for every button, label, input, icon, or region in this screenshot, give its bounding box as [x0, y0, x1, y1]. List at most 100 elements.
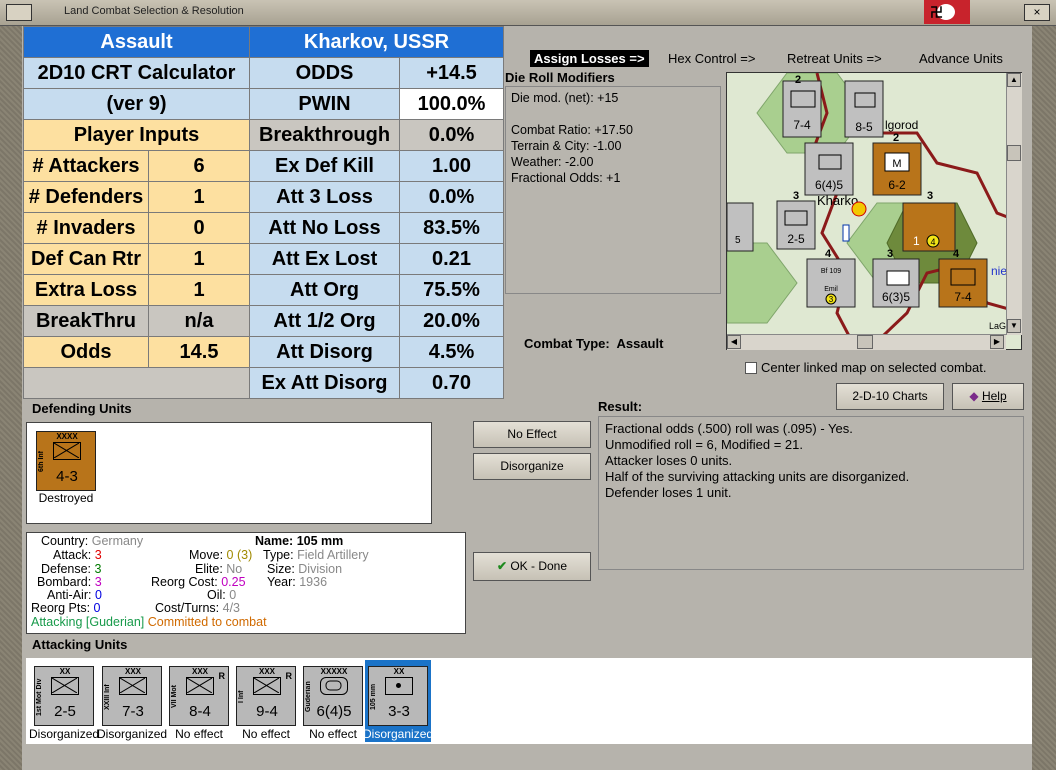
map-counter[interactable]: 7-4 — [938, 258, 988, 308]
oil-label: Oil: — [207, 588, 226, 602]
window-menu-icon[interactable] — [6, 4, 32, 21]
modifier-line — [511, 106, 715, 122]
window-title: Land Combat Selection & Resolution — [64, 5, 244, 17]
attacking-unit-counter[interactable]: XX 105 mm 3-3 — [368, 666, 428, 726]
checkbox-icon[interactable] — [745, 362, 757, 374]
tab-advance-units[interactable]: Advance Units — [919, 50, 1003, 67]
input-value: 1 — [148, 181, 250, 213]
unit-strength: 8-4 — [189, 703, 211, 720]
map-counter[interactable]: M 6-2 — [872, 142, 922, 196]
unit-strength: 3-3 — [388, 703, 410, 720]
calc-title: 2D10 CRT Calculator — [23, 57, 250, 89]
artillery-symbol-icon — [385, 677, 413, 695]
map-label: lgorod — [885, 118, 918, 132]
attacking-unit-counter[interactable]: XXX R VII Mot 8-4 — [169, 666, 229, 726]
attacking-unit-counter[interactable]: XXX R I Inf 9-4 — [236, 666, 296, 726]
scroll-up-icon[interactable]: ▲ — [1007, 73, 1021, 87]
antiair-label: Anti-Air: — [47, 588, 92, 602]
unit-status: No effect — [242, 727, 290, 741]
input-value: 6 — [148, 150, 250, 182]
map-counter-extra: 3 — [829, 295, 834, 304]
map-counter-strength: Emil — [824, 286, 838, 293]
charts-button[interactable]: 2-D-10 Charts — [836, 383, 944, 410]
ok-done-button[interactable]: ✔ OK - Done — [473, 552, 591, 581]
title-bar[interactable]: Land Combat Selection & Resolution 卍 × — [0, 0, 1056, 26]
attacking-unit-counter[interactable]: XXXXX Guderian 6(4)5 — [303, 666, 363, 726]
map-vertical-scrollbar[interactable]: ▲ ▼ — [1006, 73, 1022, 335]
result-line: Fractional odds (.500) roll was (.095) -… — [605, 421, 853, 436]
center-map-checkbox[interactable]: Center linked map on selected combat. — [745, 360, 986, 375]
no-effect-button[interactable]: No Effect — [473, 421, 591, 448]
hex-number: 3 — [927, 190, 933, 202]
result-label: Ex Att Disorg — [249, 367, 400, 399]
scroll-down-icon[interactable]: ▼ — [1007, 319, 1021, 333]
modifier-line: Weather: -2.00 — [511, 155, 594, 169]
result-label: ODDS — [249, 57, 400, 89]
tab-assign-losses[interactable]: Assign Losses => — [530, 50, 649, 67]
input-label: Extra Loss — [23, 274, 149, 306]
map-counter[interactable]: 6(4)5 — [804, 142, 854, 196]
bombard-value: 3 — [94, 575, 102, 589]
combat-type: Combat Type: Assault — [524, 336, 663, 351]
attacking-unit-counter[interactable]: XX 1st Mot Div 2-5 — [34, 666, 94, 726]
empty-cell — [23, 367, 250, 399]
map-counter-strength: 6(4)5 — [815, 178, 843, 192]
result-value: 0.0% — [398, 119, 505, 151]
result-label: Att 1/2 Org — [249, 305, 400, 337]
result-label: PWIN — [249, 88, 400, 120]
infantry-symbol-icon — [119, 677, 147, 695]
attacking-unit-counter[interactable]: XXX XXIII Inf 7-3 — [102, 666, 162, 726]
result-label: Att Org — [249, 274, 400, 306]
linked-map-view[interactable]: lgorod Kharko H7 nie LaGG 7-4 8-5 6(4)5 … — [726, 72, 1022, 350]
unit-status: Destroyed — [38, 491, 94, 505]
hex-number: 4 — [953, 248, 960, 260]
attacking-note: Attacking [Guderian] — [31, 615, 145, 629]
map-counter[interactable]: 6(3)5 — [872, 258, 920, 308]
die-roll-modifiers-panel: Die mod. (net): +15 Combat Ratio: +17.50… — [505, 86, 721, 294]
input-value: n/a — [148, 305, 250, 337]
cost-turns-label: Cost/Turns: — [155, 601, 220, 615]
map-counter[interactable]: Bf 109 Emil 3 — [806, 258, 856, 308]
defending-unit-counter[interactable]: XXXX 6th Inf 4-3 — [36, 431, 96, 491]
vertical-scroll-thumb[interactable] — [1007, 145, 1021, 161]
scroll-left-icon[interactable]: ◀ — [727, 335, 741, 349]
close-window-button[interactable]: × — [1024, 4, 1050, 21]
map-counter[interactable]: 8-5 — [844, 80, 884, 138]
map-counter-strength: 7-4 — [954, 290, 972, 304]
elite-value: No — [226, 562, 243, 576]
player-inputs-heading: Player Inputs — [23, 119, 250, 151]
year-label: Year: — [267, 575, 296, 589]
result-line: Attacker loses 0 units. — [605, 453, 733, 468]
tab-retreat-units[interactable]: Retreat Units => — [787, 50, 882, 67]
attack-value: 3 — [94, 548, 102, 562]
result-value: 0.70 — [398, 367, 505, 399]
horizontal-scroll-thumb[interactable] — [857, 335, 873, 349]
result-title: Result: — [598, 399, 643, 414]
input-value: 0 — [148, 212, 250, 244]
disorganize-button[interactable]: Disorganize — [473, 453, 591, 480]
scroll-right-icon[interactable]: ▶ — [990, 335, 1004, 349]
elite-label: Elite: — [195, 562, 223, 576]
reorg-cost-label: Reorg Cost: — [151, 575, 218, 589]
map-counter[interactable]: 2-5 — [776, 200, 816, 250]
attacking-units-list: XX 1st Mot Div 2-5 Disorganized XXX XXII… — [26, 658, 1032, 744]
unit-strength: 6(4)5 — [316, 703, 352, 720]
map-counter[interactable]: 7-4 — [782, 80, 822, 138]
defense-label: Defense: — [41, 562, 92, 576]
map-horizontal-scrollbar[interactable]: ◀ ▶ — [727, 334, 1006, 350]
unit-strength: 9-4 — [256, 703, 278, 720]
input-value: 1 — [148, 274, 250, 306]
combat-type-header: Assault — [23, 26, 250, 58]
antiair-value: 0 — [94, 588, 102, 602]
result-line: Defender loses 1 unit. — [605, 485, 732, 500]
input-label: BreakThru — [23, 305, 149, 337]
help-button[interactable]: ◆ Help — [952, 383, 1024, 410]
die-roll-title: Die Roll Modifiers — [505, 70, 615, 85]
result-label: Breakthrough — [249, 119, 400, 151]
unit-status: No effect — [175, 727, 223, 741]
unit-strength: 7-3 — [122, 703, 144, 720]
map-counter[interactable]: 1 4 — [902, 202, 956, 252]
tab-hex-control[interactable]: Hex Control => — [668, 50, 755, 67]
result-label: Att Disorg — [249, 336, 400, 368]
map-counter[interactable]: 5 — [727, 202, 754, 252]
